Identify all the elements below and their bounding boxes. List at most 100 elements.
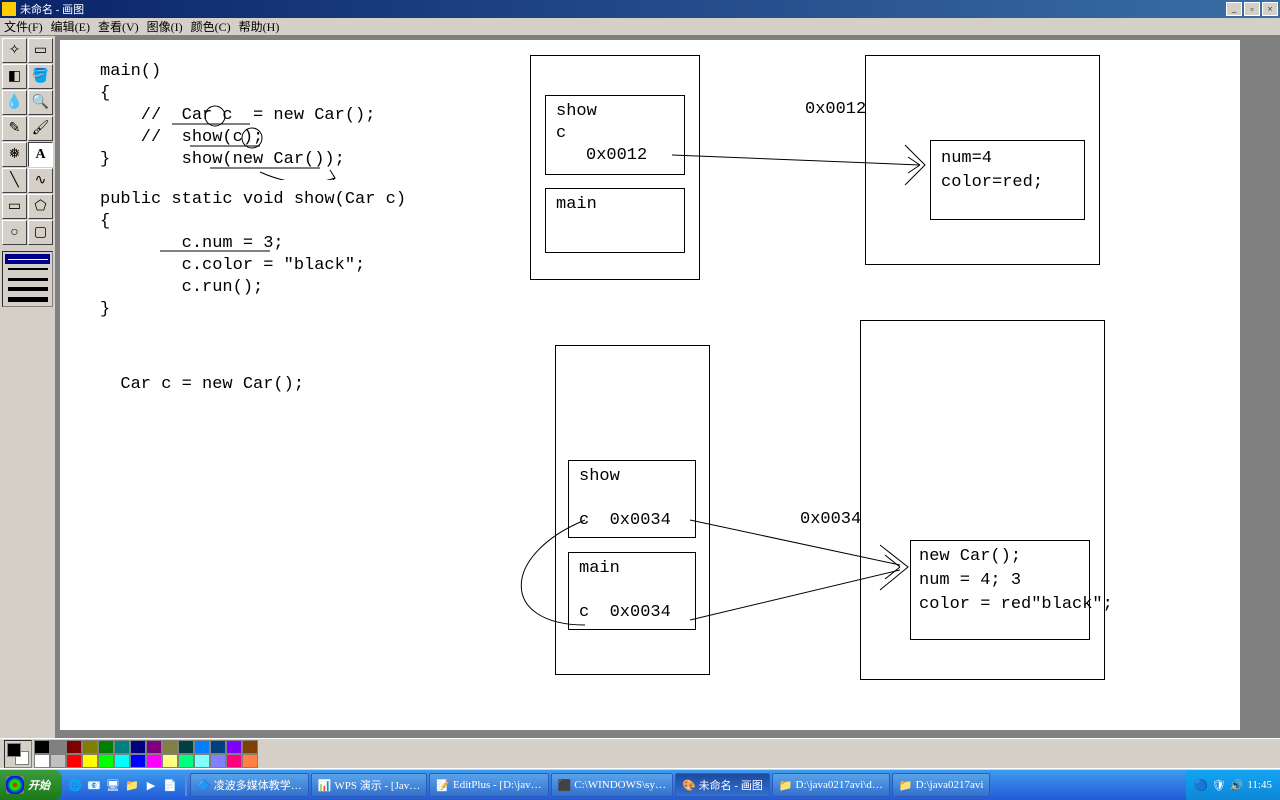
select-tool[interactable]: ▭	[28, 38, 53, 63]
palette-color[interactable]	[178, 740, 194, 754]
app-icon: ⬛	[558, 779, 572, 792]
label: 0x0012	[586, 146, 647, 165]
palette-color[interactable]	[146, 740, 162, 754]
line-width-selector[interactable]	[2, 251, 53, 307]
rectangle-tool[interactable]: ▭	[2, 194, 27, 219]
palette-color[interactable]	[242, 754, 258, 768]
code-line: c.color = "black";	[100, 256, 365, 275]
app-icon: 🔷	[197, 779, 211, 792]
pencil-tool[interactable]: ✎	[2, 116, 27, 141]
palette-color[interactable]	[114, 740, 130, 754]
fill-tool[interactable]: 🪣	[28, 64, 53, 89]
windows-logo-icon	[6, 776, 24, 794]
tray-icon[interactable]: 🔊	[1230, 779, 1244, 792]
taskbar-button[interactable]: ⬛C:\WINDOWS\sy…	[551, 773, 673, 797]
underline-icon	[160, 236, 280, 256]
canvas-area[interactable]: main() { // Car c = new Car(); // show(c…	[56, 36, 1280, 738]
eraser-tool[interactable]: ◧	[2, 64, 27, 89]
palette-color[interactable]	[210, 740, 226, 754]
palette-color[interactable]	[34, 754, 50, 768]
taskbar-button[interactable]: 📝EditPlus - [D:\jav…	[429, 773, 548, 797]
text-tool[interactable]: A	[28, 142, 53, 167]
ql-icon[interactable]: ▶	[142, 774, 160, 796]
minimize-button[interactable]: _	[1226, 2, 1242, 16]
palette-color[interactable]	[162, 754, 178, 768]
maximize-button[interactable]: ▫	[1244, 2, 1260, 16]
taskbar-button[interactable]: 📁D:\java0217avi	[892, 773, 991, 797]
menu-image[interactable]: 图像(I)	[147, 18, 183, 35]
object-box-2: new Car(); num = 4; 3 color = red"black"…	[910, 540, 1090, 640]
menu-color[interactable]: 颜色(C)	[191, 18, 231, 35]
ellipse-tool[interactable]: ○	[2, 220, 27, 245]
taskbar-button[interactable]: 🎨未命名 - 画图	[675, 773, 770, 797]
palette-color[interactable]	[226, 740, 242, 754]
palette-color[interactable]	[210, 754, 226, 768]
code-line: main()	[100, 62, 161, 81]
palette-color[interactable]	[82, 740, 98, 754]
brush-tool[interactable]: 🖌	[28, 116, 53, 141]
taskbar-button[interactable]: 📁D:\java0217avi\d…	[772, 773, 890, 797]
code-line: {	[100, 212, 110, 231]
menu-edit[interactable]: 编辑(E)	[51, 18, 90, 35]
tray-clock[interactable]: 11:45	[1247, 779, 1272, 791]
tray-icon[interactable]: 🛡	[1212, 779, 1226, 792]
palette-color[interactable]	[130, 740, 146, 754]
curve-tool[interactable]: ∿	[28, 168, 53, 193]
code-line: }	[100, 300, 110, 319]
polygon-tool[interactable]: ⬠	[28, 194, 53, 219]
arrows-2-icon	[480, 495, 920, 675]
taskbar-button[interactable]: 📊WPS 演示 - [Jav…	[311, 773, 428, 797]
palette-color[interactable]	[162, 740, 178, 754]
label: c	[556, 124, 566, 143]
menu-view[interactable]: 查看(V)	[98, 18, 139, 35]
ql-icon[interactable]: 📁	[123, 774, 141, 796]
freeform-select-tool[interactable]: ✧	[2, 38, 27, 63]
ql-icon[interactable]: 📧	[85, 774, 103, 796]
label: color = red"black";	[919, 595, 1113, 614]
palette-color[interactable]	[178, 754, 194, 768]
close-button[interactable]: ×	[1262, 2, 1278, 16]
line-tool[interactable]: ╲	[2, 168, 27, 193]
label: show	[556, 102, 597, 121]
code-line: public static void show(Car c)	[100, 190, 406, 209]
label: new Car();	[919, 547, 1021, 566]
taskbar-button[interactable]: 🔷凌波多媒体教学…	[190, 773, 309, 797]
code-line: c.run();	[100, 278, 263, 297]
rounded-rect-tool[interactable]: ▢	[28, 220, 53, 245]
palette-color[interactable]	[194, 740, 210, 754]
palette-color[interactable]	[66, 740, 82, 754]
taskbar: 开始 🌐 📧 🖥 📁 ▶ 📄 🔷凌波多媒体教学…📊WPS 演示 - [Jav…📝…	[0, 770, 1280, 800]
palette-color[interactable]	[130, 754, 146, 768]
toolbox: ✧ ▭ ◧ 🪣 💧 🔍 ✎ 🖌 ❅ A ╲ ∿ ▭ ⬠ ○ ▢	[0, 36, 56, 738]
app-icon: 🎨	[682, 779, 696, 792]
palette-color[interactable]	[242, 740, 258, 754]
palette-color[interactable]	[226, 754, 242, 768]
palette-color[interactable]	[50, 754, 66, 768]
system-tray: 🔵 🛡 🔊 11:45	[1186, 770, 1280, 800]
drawing-canvas[interactable]: main() { // Car c = new Car(); // show(c…	[60, 40, 1240, 730]
airbrush-tool[interactable]: ❅	[2, 142, 27, 167]
picker-tool[interactable]: 💧	[2, 90, 27, 115]
start-button[interactable]: 开始	[0, 770, 62, 800]
ql-icon[interactable]: 🌐	[66, 774, 84, 796]
palette-color[interactable]	[146, 754, 162, 768]
palette-color[interactable]	[34, 740, 50, 754]
ql-icon[interactable]: 🖥	[104, 774, 122, 796]
tray-icon[interactable]: 🔵	[1194, 779, 1208, 792]
magnifier-tool[interactable]: 🔍	[28, 90, 53, 115]
palette-color[interactable]	[82, 754, 98, 768]
menu-help[interactable]: 帮助(H)	[239, 18, 280, 35]
app-icon: 📁	[899, 779, 913, 792]
quick-launch: 🌐 📧 🖥 📁 ▶ 📄	[66, 774, 179, 796]
palette-color[interactable]	[50, 740, 66, 754]
ql-icon[interactable]: 📄	[161, 774, 179, 796]
palette-color[interactable]	[98, 754, 114, 768]
current-colors[interactable]	[4, 740, 32, 768]
menu-file[interactable]: 文件(F)	[4, 18, 43, 35]
app-icon: 📊	[318, 779, 332, 792]
palette-color[interactable]	[98, 740, 114, 754]
title-bar: 未命名 - 画图 _ ▫ ×	[0, 0, 1280, 18]
palette-color[interactable]	[114, 754, 130, 768]
palette-color[interactable]	[66, 754, 82, 768]
palette-color[interactable]	[194, 754, 210, 768]
